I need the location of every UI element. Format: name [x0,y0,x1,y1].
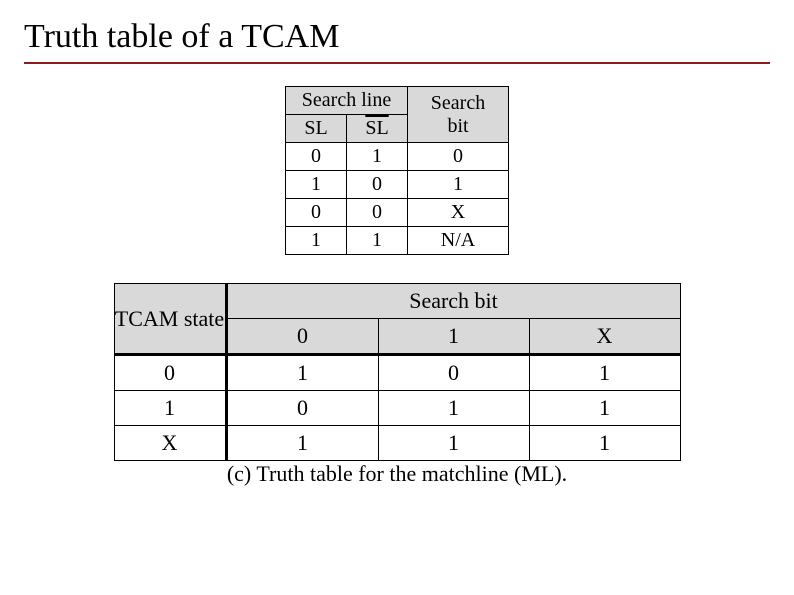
t1-subheader-sl: SL [286,115,347,143]
slide: Truth table of a TCAM Search line Search… [0,0,794,487]
title-rule [24,62,770,64]
t2-colhead-0: 0 [226,319,378,355]
table-row: 1 0 1 1 [114,391,680,426]
search-line-table: Search line Search bit SL SL 0 1 0 1 0 1… [285,86,509,255]
t2-cell: 1 [378,426,529,461]
t2-colhead-1: 1 [378,319,529,355]
t1-cell: 0 [286,143,347,171]
t2-state: 1 [114,391,226,426]
t1-cell: 1 [347,143,408,171]
t1-subheader-slbar: SL [347,115,408,143]
table-row: 1 0 1 [286,171,509,199]
t2-header-state: TCAM state [114,284,226,355]
t2-cell: 1 [529,391,680,426]
page-title: Truth table of a TCAM [24,18,770,56]
table-row: 0 1 0 [286,143,509,171]
t1-cell: 1 [286,227,347,255]
t1-cell: 0 [408,143,509,171]
t1-cell: 0 [347,199,408,227]
t1-slbar-label: SL [365,117,388,139]
t2-cell: 1 [529,426,680,461]
t2-cell: 0 [226,391,378,426]
t1-cell: 1 [347,227,408,255]
matchline-block: TCAM state Search bit 0 1 X 0 1 0 1 1 0 [114,283,681,487]
t1-header-searchbit: Search bit [408,87,509,143]
t2-colhead-x: X [529,319,680,355]
t1-cell: X [408,199,509,227]
t2-state: 0 [114,355,226,391]
t1-cell: 0 [286,199,347,227]
t1-cell: N/A [408,227,509,255]
table-row: X 1 1 1 [114,426,680,461]
t2-cell: 1 [378,391,529,426]
matchline-table: TCAM state Search bit 0 1 X 0 1 0 1 1 0 [114,283,681,461]
t1-cell: 1 [286,171,347,199]
t2-state: X [114,426,226,461]
table-row: 1 1 N/A [286,227,509,255]
table-row: 0 1 0 1 [114,355,680,391]
t1-header-searchline: Search line [286,87,408,115]
table-caption: (c) Truth table for the matchline (ML). [114,461,681,487]
table-row: 0 0 X [286,199,509,227]
t2-cell: 1 [226,426,378,461]
t2-cell: 0 [378,355,529,391]
tables-container: Search line Search bit SL SL 0 1 0 1 0 1… [24,86,770,487]
t2-header-searchbit: Search bit [226,284,680,319]
t1-cell: 1 [408,171,509,199]
t2-cell: 1 [529,355,680,391]
t1-cell: 0 [347,171,408,199]
t2-cell: 1 [226,355,378,391]
